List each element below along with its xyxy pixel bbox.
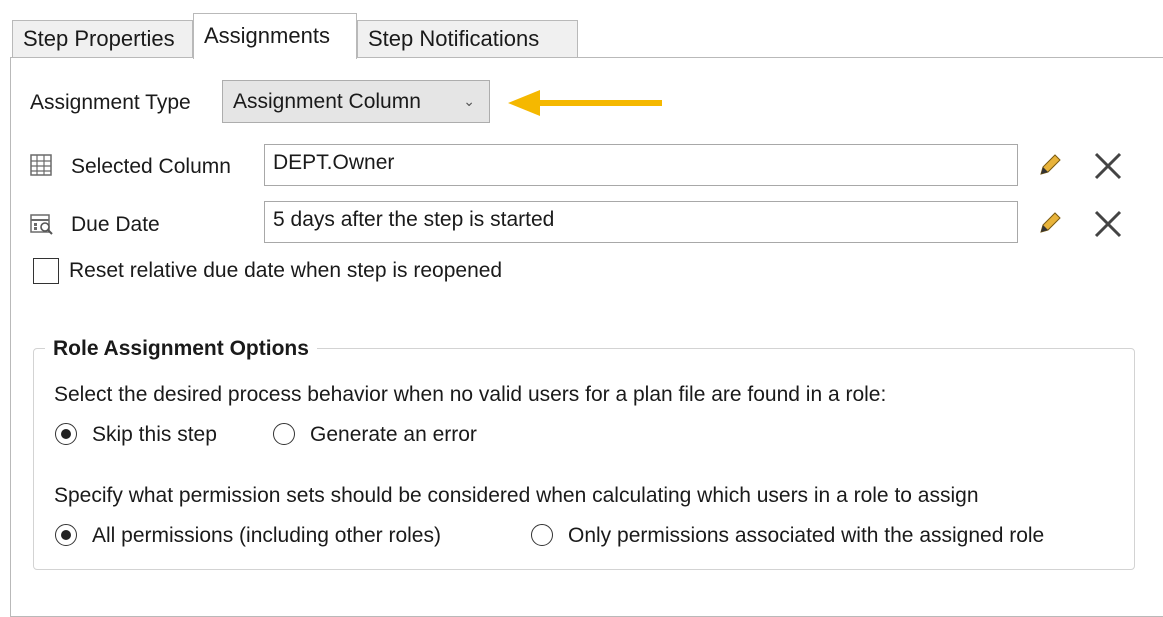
assigned-role-permissions-label: Only permissions associated with the ass… bbox=[568, 524, 1045, 547]
role-assignment-options-title: Role Assignment Options bbox=[45, 336, 317, 362]
skip-step-radio[interactable] bbox=[55, 423, 77, 445]
due-date-field[interactable]: 5 days after the step is started bbox=[264, 201, 1018, 243]
due-date-label: Due Date bbox=[71, 213, 160, 236]
no-users-prompt: Select the desired process behavior when… bbox=[54, 383, 887, 406]
generate-error-label: Generate an error bbox=[310, 423, 477, 446]
edit-pencil-icon[interactable] bbox=[1037, 152, 1063, 178]
edit-pencil-icon[interactable] bbox=[1037, 210, 1063, 236]
table-grid-icon bbox=[30, 154, 52, 176]
assignment-type-dropdown[interactable]: Assignment Column ⌄ bbox=[222, 80, 490, 123]
tab-step-properties[interactable]: Step Properties bbox=[12, 20, 193, 58]
reset-due-date-checkbox[interactable] bbox=[33, 258, 59, 284]
reset-due-date-label: Reset relative due date when step is reo… bbox=[69, 259, 503, 282]
tab-step-notifications[interactable]: Step Notifications bbox=[357, 20, 578, 58]
assignment-type-value: Assignment Column bbox=[233, 90, 421, 113]
assignment-type-label: Assignment Type bbox=[30, 91, 191, 114]
clear-column-button[interactable] bbox=[1092, 150, 1124, 182]
selected-column-field[interactable]: DEPT.Owner bbox=[264, 144, 1018, 186]
permissions-prompt: Specify what permission sets should be c… bbox=[54, 484, 979, 507]
generate-error-radio[interactable] bbox=[273, 423, 295, 445]
all-permissions-label: All permissions (including other roles) bbox=[92, 524, 441, 547]
skip-step-label: Skip this step bbox=[92, 423, 217, 446]
all-permissions-radio[interactable] bbox=[55, 524, 77, 546]
selected-column-label: Selected Column bbox=[71, 155, 231, 178]
pointer-arrow-icon bbox=[508, 90, 662, 116]
assigned-role-permissions-radio[interactable] bbox=[531, 524, 553, 546]
chevron-down-icon: ⌄ bbox=[463, 93, 475, 109]
clear-due-date-button[interactable] bbox=[1092, 208, 1124, 240]
tab-assignments[interactable]: Assignments bbox=[193, 13, 357, 59]
calendar-search-icon bbox=[30, 214, 53, 235]
